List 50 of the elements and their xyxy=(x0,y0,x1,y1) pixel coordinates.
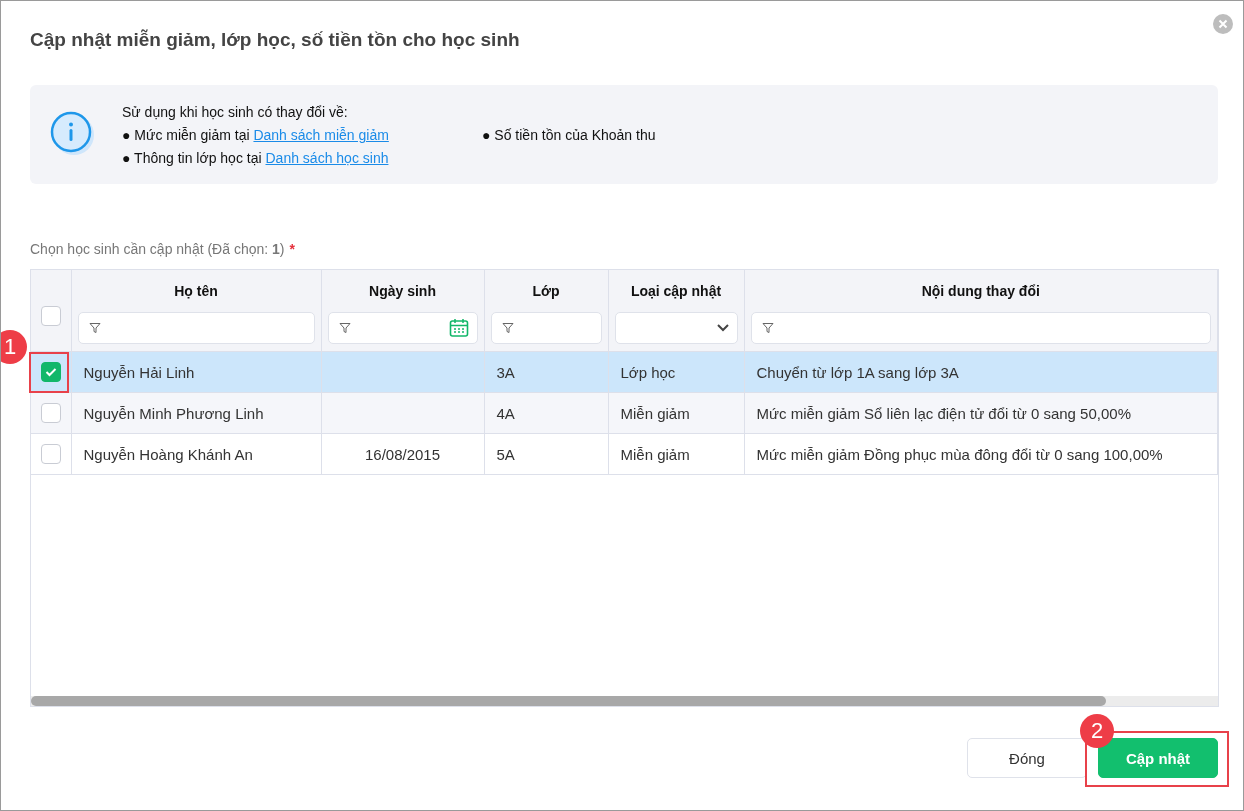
step-number-badge: 2 xyxy=(1080,714,1114,748)
table-cell: Mức miễn giảm Sổ liên lạc điện tử đổi từ 0 sang 50,00% xyxy=(744,392,1218,434)
table-cell: Nguyễn Minh Phương Linh xyxy=(71,392,321,434)
table-row[interactable]: Nguyễn Hoàng Khánh An 16/08/2015 5A Miễn giảm Mức miễn giảm Đồng phục mùa đông đổi từ 0 sang 100,00% xyxy=(31,433,1218,475)
close-icon[interactable] xyxy=(1213,14,1233,34)
table-cell: Nguyễn Hoàng Khánh An xyxy=(71,433,321,475)
filter-icon xyxy=(88,322,101,334)
table-cell: 4A xyxy=(484,392,608,434)
column-header: Họ tên xyxy=(173,282,219,301)
table-cell: 16/08/2015 xyxy=(321,433,484,475)
table-cell: Mức miễn giảm Đồng phục mùa đông đổi từ 0 sang 100,00% xyxy=(744,433,1218,475)
column-header: Loại cập nhật xyxy=(629,282,723,301)
filter-field[interactable] xyxy=(490,312,602,344)
row-checkbox[interactable] xyxy=(40,362,61,382)
dropdown-field[interactable] xyxy=(614,312,738,344)
table-cell: 3A xyxy=(484,351,608,393)
info-bullet: ● Số tiền tồn của Khoản thu xyxy=(482,126,656,145)
step-number-badge: 1 xyxy=(1,330,27,364)
selection-label: Chọn học sinh cần cập nhật (Đã chọn: 1) xyxy=(30,241,285,259)
horizontal-scrollbar[interactable] xyxy=(31,696,1218,706)
calendar-icon xyxy=(448,318,469,338)
column-header: Ngày sinh xyxy=(368,282,437,301)
dialog-title: Cập nhật miễn giảm, lớp học, số tiền tồn cho học sinh xyxy=(30,29,521,52)
info-bullet: ● Mức miễn giảm tại Danh sách miễn giảm xyxy=(122,126,390,145)
filter-icon xyxy=(338,322,351,334)
table-cell: Chuyển từ lớp 1A sang lớp 3A xyxy=(744,351,1218,393)
table-cell: Miễn giảm xyxy=(608,392,744,434)
row-checkbox[interactable] xyxy=(40,403,61,423)
row-checkbox[interactable] xyxy=(40,444,61,464)
info-intro: Sử dụng khi học sinh có thay đổi về: xyxy=(122,103,349,122)
table-cell: Nguyễn Hải Linh xyxy=(71,351,321,393)
close-button[interactable]: Đóng xyxy=(967,738,1087,778)
highlight-outline xyxy=(29,352,69,393)
table-cell: 5A xyxy=(484,433,608,475)
table-cell: Lớp học xyxy=(608,351,744,393)
info-icon xyxy=(50,111,96,157)
table-row[interactable]: Nguyễn Minh Phương Linh 4A Miễn giảm Mức miễn giảm Sổ liên lạc điện tử đổi từ 0 sang 50,00% xyxy=(31,392,1218,434)
filter-field[interactable] xyxy=(750,312,1211,344)
column-header: Nội dung thay đổi xyxy=(920,282,1041,301)
select-all-checkbox[interactable] xyxy=(40,306,61,327)
check-icon xyxy=(44,367,57,377)
filter-icon xyxy=(501,322,514,334)
info-bullet: ● Thông tin lớp học tại Danh sách học sinh xyxy=(122,149,390,168)
date-filter-field[interactable] xyxy=(327,312,478,344)
chevron-down-icon xyxy=(716,324,729,332)
column-header: Lớp xyxy=(531,282,561,301)
filter-icon xyxy=(761,322,774,334)
filter-field[interactable] xyxy=(77,312,315,344)
required-mark: * xyxy=(289,241,295,259)
table-cell: Miễn giảm xyxy=(608,433,744,475)
